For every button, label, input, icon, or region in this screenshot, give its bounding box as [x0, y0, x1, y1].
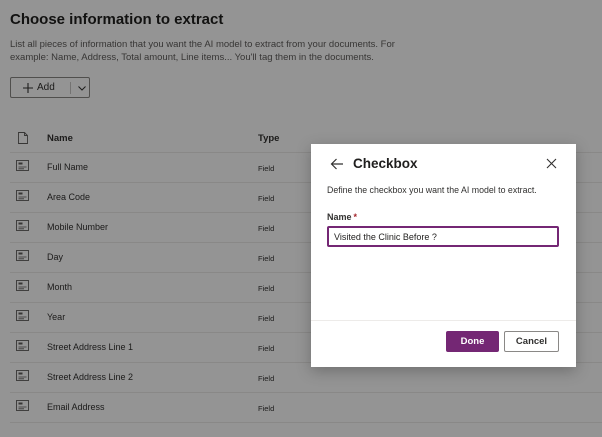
arrow-left-icon[interactable] [330, 157, 344, 171]
dialog-description: Define the checkbox you want the AI mode… [327, 185, 537, 195]
required-marker: * [353, 212, 358, 222]
cancel-button[interactable]: Cancel [504, 331, 559, 352]
extraction-page: Choose information to extract List all p… [0, 0, 602, 437]
dialog-title: Checkbox [353, 156, 418, 171]
close-icon[interactable] [546, 158, 557, 169]
name-field-label: Name * [327, 212, 357, 222]
dialog-footer-divider [311, 320, 576, 321]
checkbox-dialog: Checkbox Define the checkbox you want th… [311, 144, 576, 367]
done-button[interactable]: Done [446, 331, 499, 352]
name-input[interactable] [327, 226, 559, 247]
name-label-text: Name [327, 212, 352, 222]
